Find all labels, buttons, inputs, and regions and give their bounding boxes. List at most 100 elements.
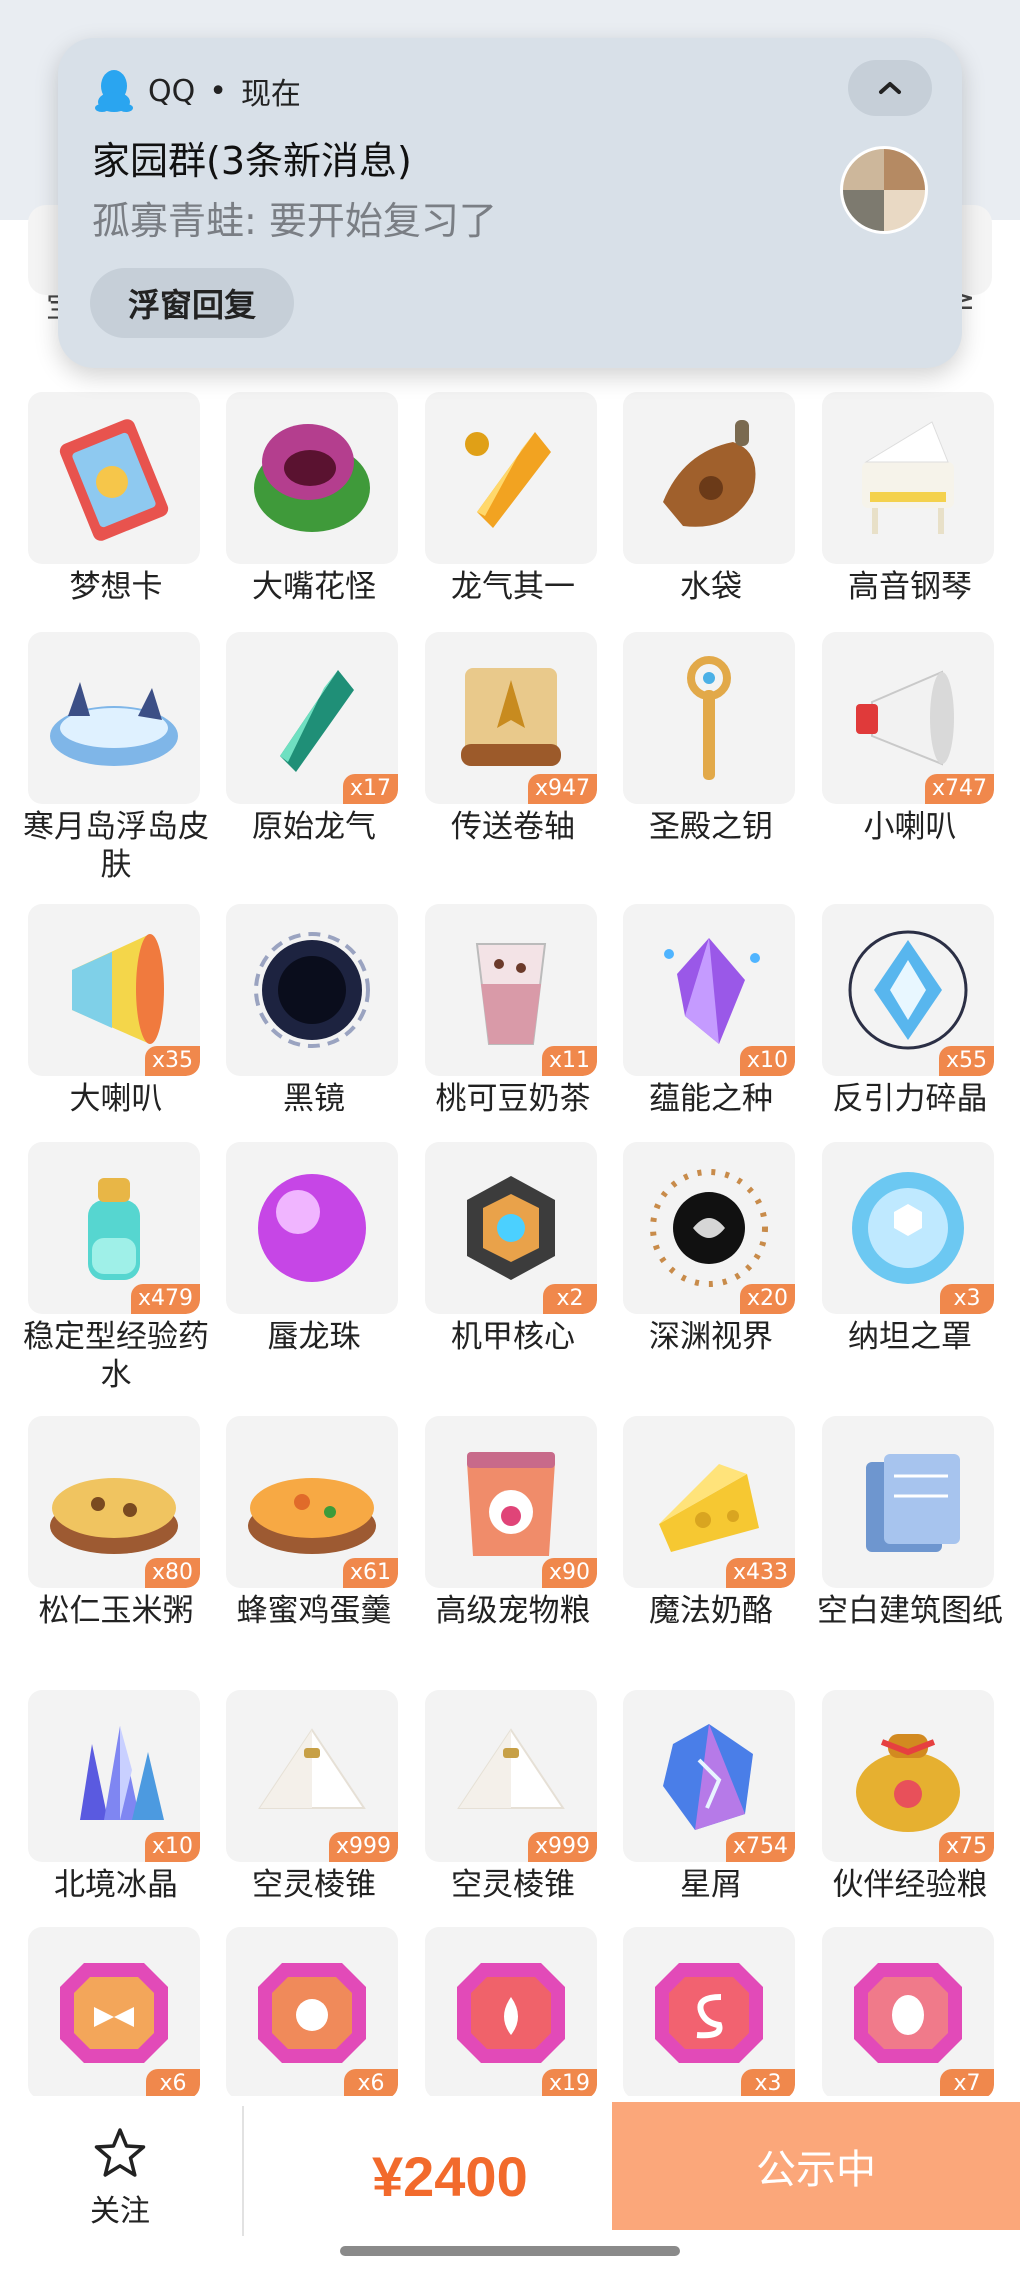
- item-name: 深渊视界: [649, 1319, 773, 1355]
- item-name: 纳坦之罩: [848, 1319, 972, 1355]
- quantity-badge: x999: [527, 1832, 597, 1862]
- quantity-badge: x433: [725, 1558, 795, 1588]
- bar-divider: [242, 2106, 244, 2236]
- milk-tea-icon: x11: [425, 904, 597, 1076]
- notification-title: 家园群(3条新消息): [92, 139, 412, 183]
- abyss-eye-icon: x20: [623, 1142, 795, 1314]
- quantity-badge: x999: [328, 1832, 398, 1862]
- item-name: 空灵棱锥: [252, 1867, 376, 1903]
- item-name: 传送卷轴: [451, 809, 575, 845]
- item-name: 机甲核心: [451, 1319, 575, 1355]
- quantity-badge: x6: [344, 2069, 398, 2099]
- antigravity-crystal-icon: x55: [822, 904, 994, 1076]
- item-name: 伙伴经验粮: [832, 1867, 988, 1903]
- teleport-scroll-icon: x947: [425, 632, 597, 804]
- item-name: 水袋: [680, 569, 742, 605]
- quantity-badge: x3: [741, 2069, 795, 2099]
- dragon-crystal-green-icon: x17: [226, 632, 398, 804]
- float-reply-button[interactable]: 浮窗回复: [90, 268, 294, 338]
- notification-collapse-button[interactable]: [848, 60, 932, 116]
- follow-label: 关注: [90, 2194, 150, 2229]
- item-name: 蕴能之种: [649, 1081, 773, 1117]
- quantity-badge: x90: [541, 1558, 597, 1588]
- exp-potion-icon: x479: [28, 1142, 200, 1314]
- item-name: 梦想卡: [69, 569, 163, 605]
- gem-bow-icon: x6: [28, 1927, 200, 2099]
- quantity-badge: x2: [543, 1284, 597, 1314]
- group-avatar: [840, 146, 928, 234]
- purple-orb-icon: [226, 1142, 398, 1314]
- item-name: 高音钢琴: [848, 569, 972, 605]
- quantity-badge: x55: [938, 1046, 994, 1076]
- quantity-badge: x19: [541, 2069, 597, 2099]
- quantity-badge: x747: [924, 774, 994, 804]
- item-name: 龙气其一: [451, 569, 575, 605]
- quantity-badge: x10: [144, 1832, 200, 1862]
- quantity-badge: x35: [144, 1046, 200, 1076]
- white-piano-icon: [822, 392, 994, 564]
- mech-core-icon: x2: [425, 1142, 597, 1314]
- temple-key-icon: [623, 632, 795, 804]
- dragon-crystal-gold-icon: [425, 392, 597, 564]
- quantity-badge: x754: [725, 1832, 795, 1862]
- black-mirror-icon: [226, 904, 398, 1076]
- notification-time: 现在: [240, 77, 301, 112]
- pet-food-bag-icon: x90: [425, 1416, 597, 1588]
- floating-island-icon: [28, 632, 200, 804]
- item-name: 大喇叭: [69, 1081, 163, 1117]
- item-name: 小喇叭: [863, 809, 957, 845]
- item-name: 松仁玉米粥: [38, 1593, 194, 1629]
- quantity-badge: x10: [739, 1046, 795, 1076]
- item-name: 桃可豆奶茶: [435, 1081, 591, 1117]
- home-indicator[interactable]: [340, 2246, 680, 2256]
- quantity-badge: x3: [940, 1284, 994, 1314]
- notification-app-name: QQ: [148, 73, 196, 109]
- blueprint-icon: [822, 1416, 994, 1588]
- item-name: 高级宠物粮: [435, 1593, 591, 1629]
- quantity-badge: x17: [342, 774, 398, 804]
- energy-seed-icon: x10: [623, 904, 795, 1076]
- gem-s-icon: x3: [623, 1927, 795, 2099]
- item-name: 反引力碎晶: [832, 1081, 988, 1117]
- chevron-up-icon: [879, 82, 901, 94]
- item-name: 北境冰晶: [54, 1867, 178, 1903]
- quantity-badge: x6: [146, 2069, 200, 2099]
- piranha-plant-icon: [226, 392, 398, 564]
- dream-card-icon: [28, 392, 200, 564]
- gem-flame-icon: x19: [425, 1927, 597, 2099]
- item-name: 蜃龙珠: [267, 1319, 361, 1355]
- egg-custard-icon: x61: [226, 1416, 398, 1588]
- stardust-icon: x754: [623, 1690, 795, 1862]
- gem-demon-icon: x6: [226, 1927, 398, 2099]
- ice-crystal-icon: x10: [28, 1690, 200, 1862]
- item-name: 寒月岛浮岛皮肤: [23, 809, 209, 883]
- bottom-action-bar: 关注 ¥2400 公示中: [0, 2096, 1020, 2278]
- notification-separator: •: [209, 73, 227, 109]
- item-name: 空白建筑图纸: [817, 1593, 1003, 1629]
- hex-shield-icon: x3: [822, 1142, 994, 1314]
- corn-porridge-icon: x80: [28, 1416, 200, 1588]
- item-name: 圣殿之钥: [649, 809, 773, 845]
- qq-notification[interactable]: QQ • 现在 家园群(3条新消息) 孤寡青蛙: 要开始复习了 浮窗回复: [58, 38, 962, 368]
- quantity-badge: x75: [938, 1832, 994, 1862]
- item-name: 稳定型经验药水: [23, 1319, 209, 1393]
- item-name: 黑镜: [283, 1081, 345, 1117]
- gem-egg-icon: x7: [822, 1927, 994, 2099]
- item-name: 星屑: [680, 1867, 742, 1903]
- quantity-badge: x479: [130, 1284, 200, 1314]
- partner-exp-bag-icon: x75: [822, 1690, 994, 1862]
- follow-button[interactable]: 关注: [70, 2126, 170, 2230]
- quantity-badge: x61: [342, 1558, 398, 1588]
- big-megaphone-icon: x35: [28, 904, 200, 1076]
- quantity-badge: x20: [739, 1284, 795, 1314]
- ethereal-pyramid-icon: x999: [226, 1690, 398, 1862]
- quantity-badge: x7: [940, 2069, 994, 2099]
- price-label: ¥2400: [372, 2145, 528, 2208]
- notification-message: 孤寡青蛙: 要开始复习了: [92, 199, 497, 243]
- quantity-badge: x11: [541, 1046, 597, 1076]
- magic-cheese-icon: x433: [623, 1416, 795, 1588]
- status-button[interactable]: 公示中: [612, 2102, 1020, 2230]
- item-name: 大嘴花怪: [252, 569, 376, 605]
- ethereal-pyramid-icon: x999: [425, 1690, 597, 1862]
- small-megaphone-icon: x747: [822, 632, 994, 804]
